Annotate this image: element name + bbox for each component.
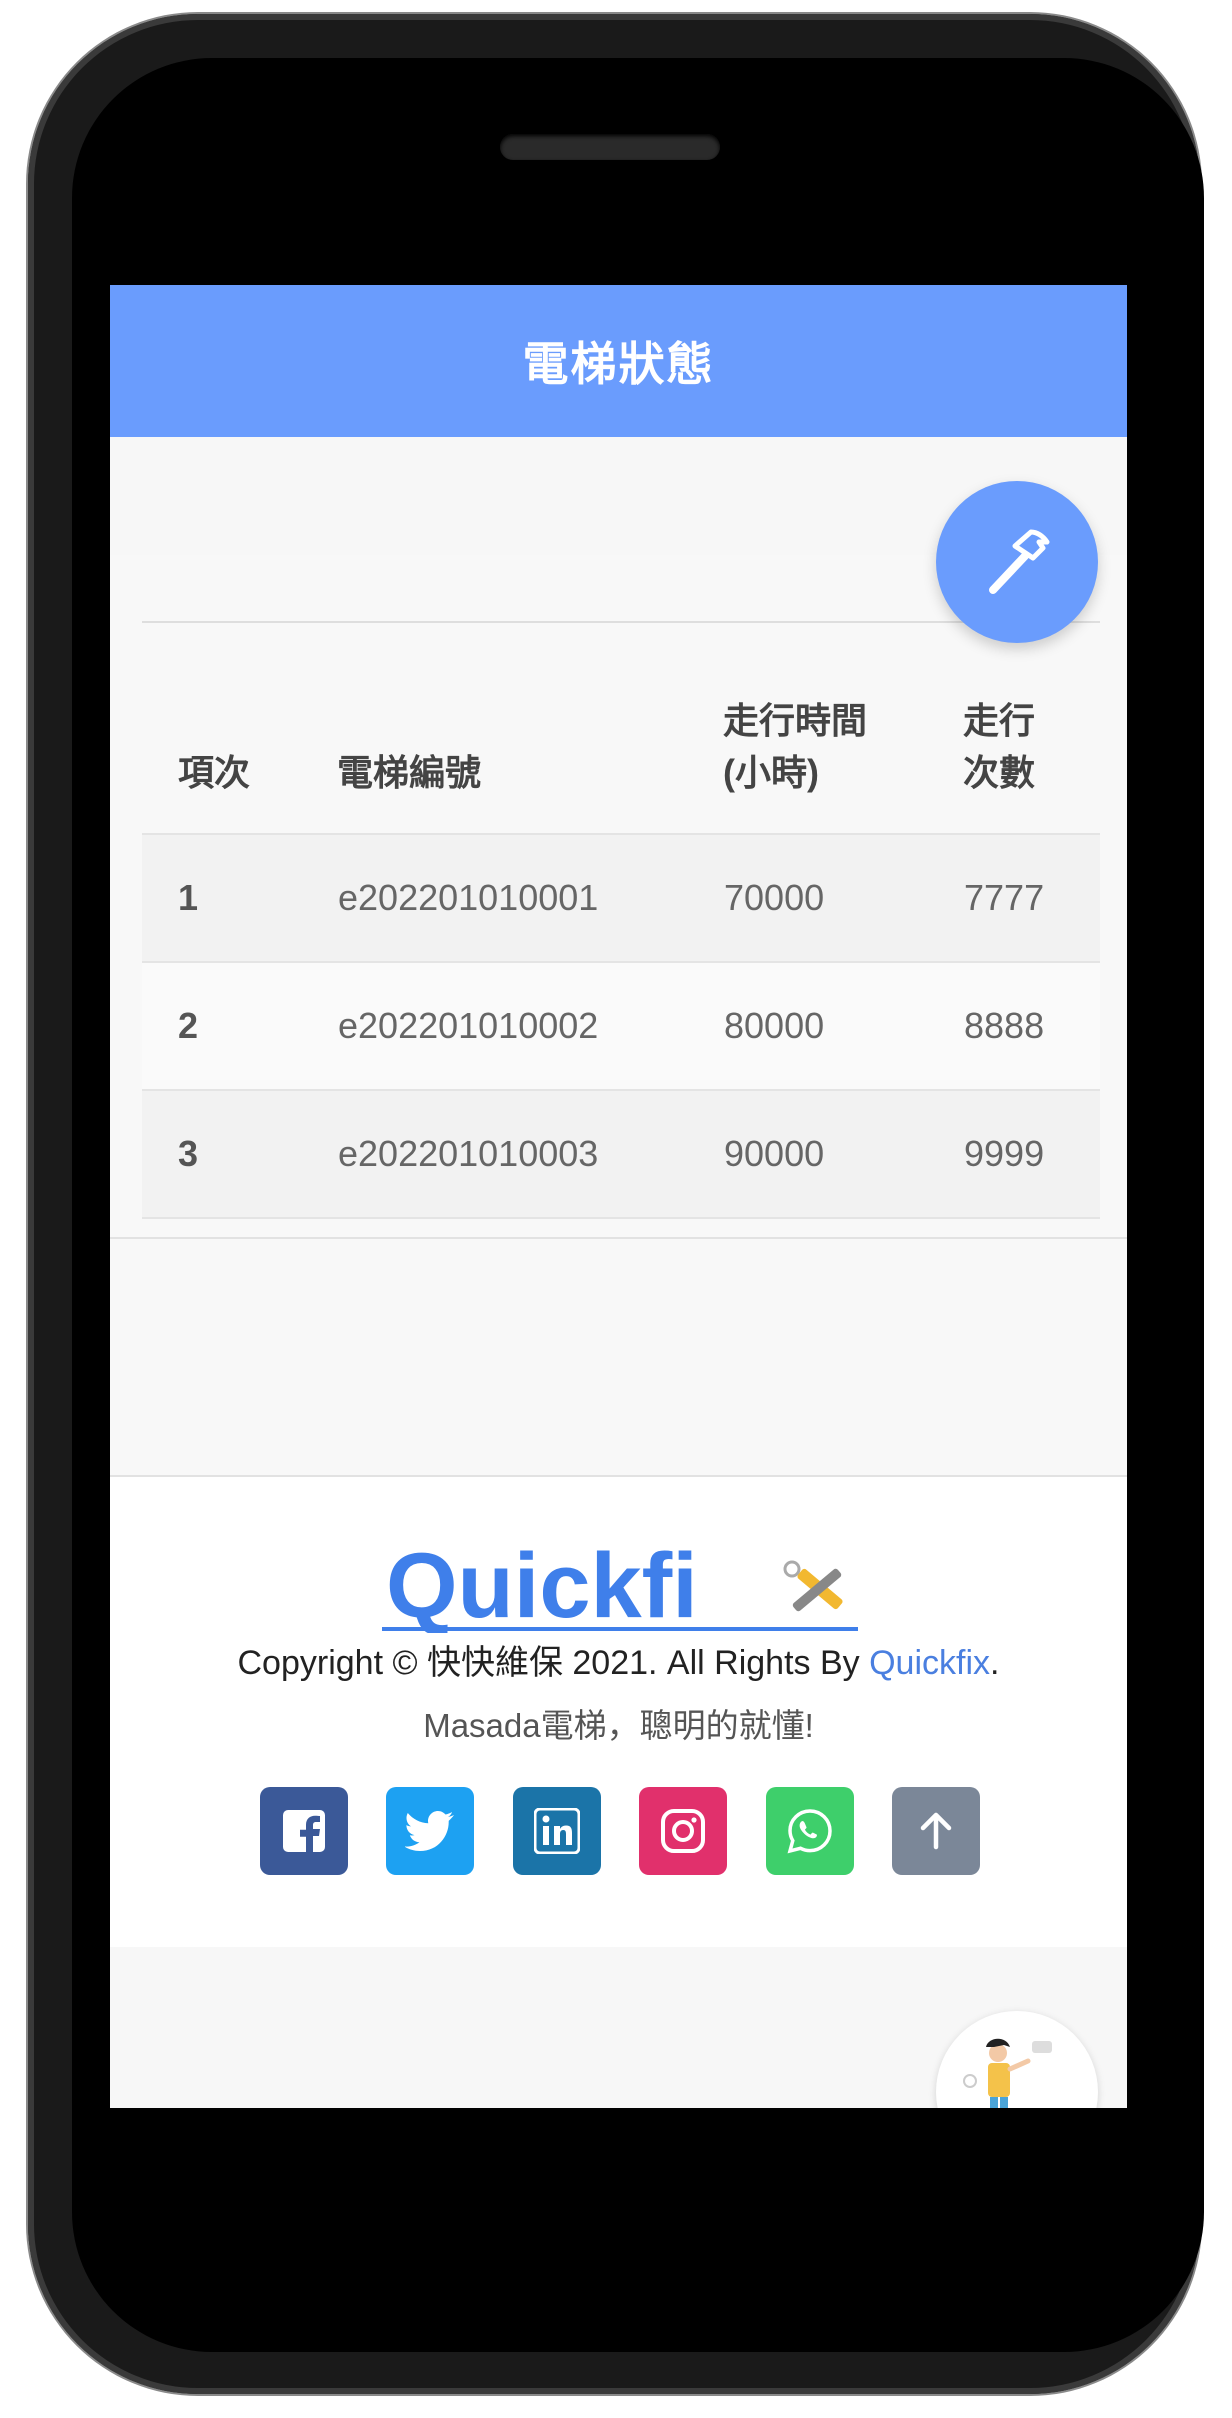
row-run-hours: 70000 xyxy=(723,834,963,963)
row-run-count: 9999 xyxy=(963,1090,1100,1219)
assistant-chat-button[interactable] xyxy=(936,2011,1098,2108)
row-index: 2 xyxy=(142,962,337,1091)
row-index: 3 xyxy=(142,1090,337,1219)
section-divider xyxy=(110,1237,1127,1239)
assistant-person-icon xyxy=(963,2038,1052,2108)
app-screen: 電梯狀態 項次 電梯編號 走行時間 (小時) 走行 次數 1 e20220101… xyxy=(110,285,1127,2108)
row-run-hours: 90000 xyxy=(723,1090,963,1219)
whatsapp-icon xyxy=(787,1809,832,1854)
back-to-top-button[interactable] xyxy=(891,1787,980,1875)
linkedin-icon xyxy=(533,1808,580,1854)
hammer-icon xyxy=(989,529,1050,594)
table-row[interactable]: 2 e202201010002 80000 8888 xyxy=(142,962,1100,1091)
facebook-button[interactable] xyxy=(260,1787,348,1875)
tagline: Masada電梯，聰明的就懂! xyxy=(423,1707,814,1744)
instagram-icon xyxy=(661,1809,706,1853)
row-elevator-id: e202201010003 xyxy=(337,1090,723,1219)
row-elevator-id: e202201010001 xyxy=(337,834,723,963)
repair-fab-button[interactable] xyxy=(936,481,1098,643)
column-header-index: 項次 xyxy=(142,623,337,835)
svg-text:Quickfi: Quickfi xyxy=(386,1537,698,1633)
table-row[interactable]: 3 e202201010003 90000 9999 xyxy=(142,1090,1100,1219)
row-run-count: 8888 xyxy=(963,962,1100,1091)
elevator-status-table: 項次 電梯編號 走行時間 (小時) 走行 次數 1 e202201010001 … xyxy=(142,621,1100,1219)
column-header-run-count: 走行 次數 xyxy=(963,623,1100,835)
row-run-hours: 80000 xyxy=(723,962,963,1091)
quickfix-logo[interactable]: Quickfi xyxy=(380,1535,860,1637)
arrow-up-icon xyxy=(920,1812,952,1850)
row-elevator-id: e202201010002 xyxy=(337,962,723,1091)
table-row[interactable]: 1 e202201010001 70000 7777 xyxy=(142,834,1100,963)
row-index: 1 xyxy=(142,834,337,963)
page-title: 電梯狀態 xyxy=(522,338,715,390)
column-header-run-hours: 走行時間 (小時) xyxy=(723,623,963,835)
column-header-elevator-id: 電梯編號 xyxy=(337,623,723,835)
linkedin-button[interactable] xyxy=(512,1787,601,1875)
phone-speaker xyxy=(500,134,720,160)
footer: Quickfi Copyright © 快快維保 2021. All Right… xyxy=(110,1477,1127,1947)
row-run-count: 7777 xyxy=(963,834,1100,963)
table-header-row: 項次 電梯編號 走行時間 (小時) 走行 次數 xyxy=(142,623,1100,835)
social-links xyxy=(260,1787,980,1877)
instagram-button[interactable] xyxy=(639,1787,728,1875)
twitter-icon xyxy=(405,1811,455,1851)
facebook-icon xyxy=(283,1810,325,1853)
app-header: 電梯狀態 xyxy=(110,285,1127,437)
quickfix-link[interactable]: Quickfix xyxy=(869,1644,990,1682)
tools-icon xyxy=(783,1560,843,1612)
whatsapp-button[interactable] xyxy=(765,1787,854,1875)
copyright-text: Copyright © 快快維保 2021. All Rights By Qui… xyxy=(237,1644,1000,1682)
twitter-button[interactable] xyxy=(386,1787,475,1875)
